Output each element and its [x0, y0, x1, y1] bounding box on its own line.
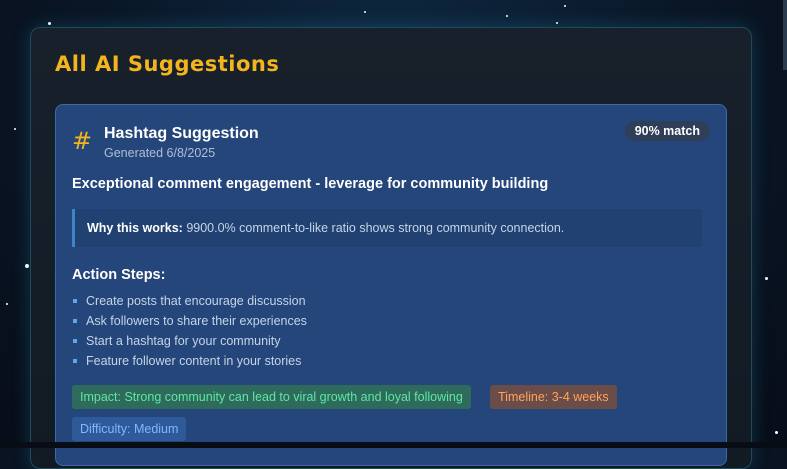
- action-step: Start a hashtag for your community: [72, 331, 307, 351]
- action-steps-title: Action Steps:: [72, 267, 166, 283]
- suggestion-card[interactable]: # Hashtag Suggestion Generated 6/8/2025 …: [55, 104, 727, 466]
- why-text: 9900.0% comment-to-like ratio shows stro…: [186, 221, 565, 235]
- background-star: [556, 22, 558, 24]
- why-label: Why this works:: [87, 221, 183, 235]
- difficulty-tag: Difficulty: Medium: [72, 417, 187, 441]
- action-steps-list: Create posts that encourage discussion A…: [72, 291, 307, 371]
- background-star: [765, 277, 768, 280]
- background-star: [564, 5, 566, 7]
- action-step: Create posts that encourage discussion: [72, 291, 307, 311]
- action-step: Ask followers to share their experiences: [72, 311, 307, 331]
- background-star: [14, 128, 16, 130]
- hashtag-icon: #: [72, 127, 93, 155]
- background-star: [775, 431, 778, 434]
- action-step: Feature follower content in your stories: [72, 351, 307, 371]
- background-star: [506, 15, 508, 17]
- background-star: [364, 11, 366, 13]
- background-star: [25, 264, 29, 268]
- suggestions-panel: All AI Suggestions # Hashtag Suggestion …: [30, 27, 752, 469]
- impact-tag: Impact: Strong community can lead to vir…: [72, 385, 471, 409]
- panel-title: All AI Suggestions: [55, 52, 280, 76]
- why-this-works-callout: Why this works: 9900.0% comment-to-like …: [72, 209, 702, 247]
- background-star: [6, 303, 8, 305]
- background-star: [48, 22, 51, 25]
- page-scrollbar[interactable]: [783, 0, 787, 70]
- match-badge: 90% match: [624, 121, 710, 141]
- generated-date: Generated 6/8/2025: [104, 146, 216, 160]
- bottom-edge-bar: [0, 442, 787, 448]
- timeline-tag: Timeline: 3-4 weeks: [490, 385, 617, 409]
- card-title: Hashtag Suggestion: [104, 125, 259, 142]
- suggestion-headline: Exceptional comment engagement - leverag…: [72, 176, 549, 192]
